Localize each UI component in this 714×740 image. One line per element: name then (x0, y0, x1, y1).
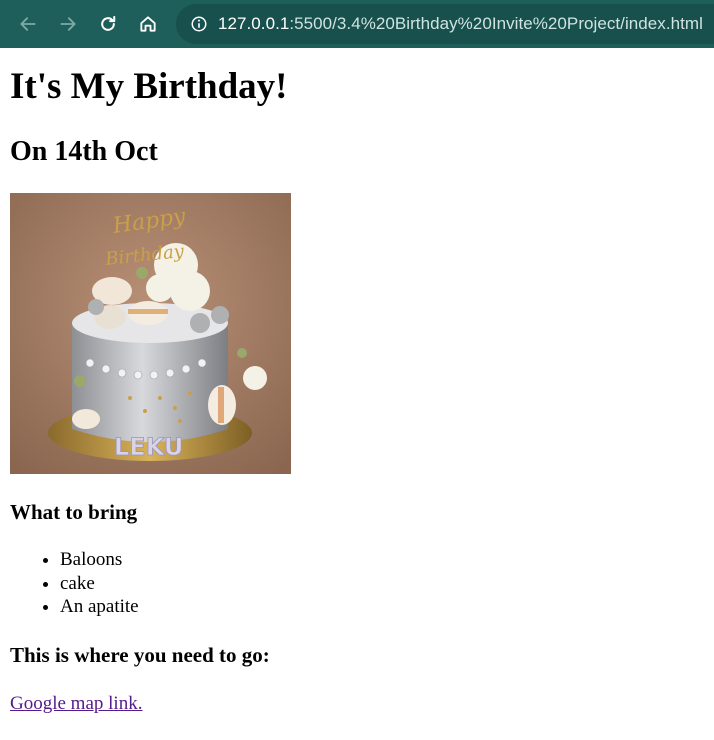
arrow-right-icon (60, 17, 76, 31)
location-heading: This is where you need to go: (10, 643, 270, 667)
forward-button[interactable] (56, 12, 80, 36)
list-item: cake (60, 572, 139, 596)
url-text[interactable]: 127.0.0.1:5500/3.4%20Birthday%20Invite%2… (218, 14, 703, 34)
google-map-link[interactable]: Google map link. (10, 693, 142, 715)
info-icon[interactable] (190, 15, 208, 33)
list-item: Baloons (60, 548, 139, 572)
arrow-left-icon (20, 17, 36, 31)
url-host: 127.0.0.1 (218, 14, 290, 33)
back-button[interactable] (16, 12, 40, 36)
browser-toolbar: 127.0.0.1:5500/3.4%20Birthday%20Invite%2… (0, 0, 714, 48)
home-icon (140, 16, 156, 32)
home-button[interactable] (136, 12, 160, 36)
cake-illustration: Happy Birthday LEKU (10, 193, 291, 474)
event-date: On 14th Oct (10, 136, 158, 167)
list-item: An apatite (60, 595, 139, 619)
bring-list: Baloons cake An apatite (60, 548, 139, 619)
url-path: :5500/3.4%20Birthday%20Invite%20Project/… (289, 14, 703, 33)
cake-name-letters: LEKU (114, 433, 183, 461)
reload-button[interactable] (96, 12, 120, 36)
reload-icon (101, 15, 116, 31)
address-bar[interactable]: 127.0.0.1:5500/3.4%20Birthday%20Invite%2… (176, 4, 714, 44)
cake-image: Happy Birthday LEKU (10, 193, 291, 474)
page-title: It's My Birthday! (10, 66, 288, 107)
bring-heading: What to bring (10, 500, 138, 524)
